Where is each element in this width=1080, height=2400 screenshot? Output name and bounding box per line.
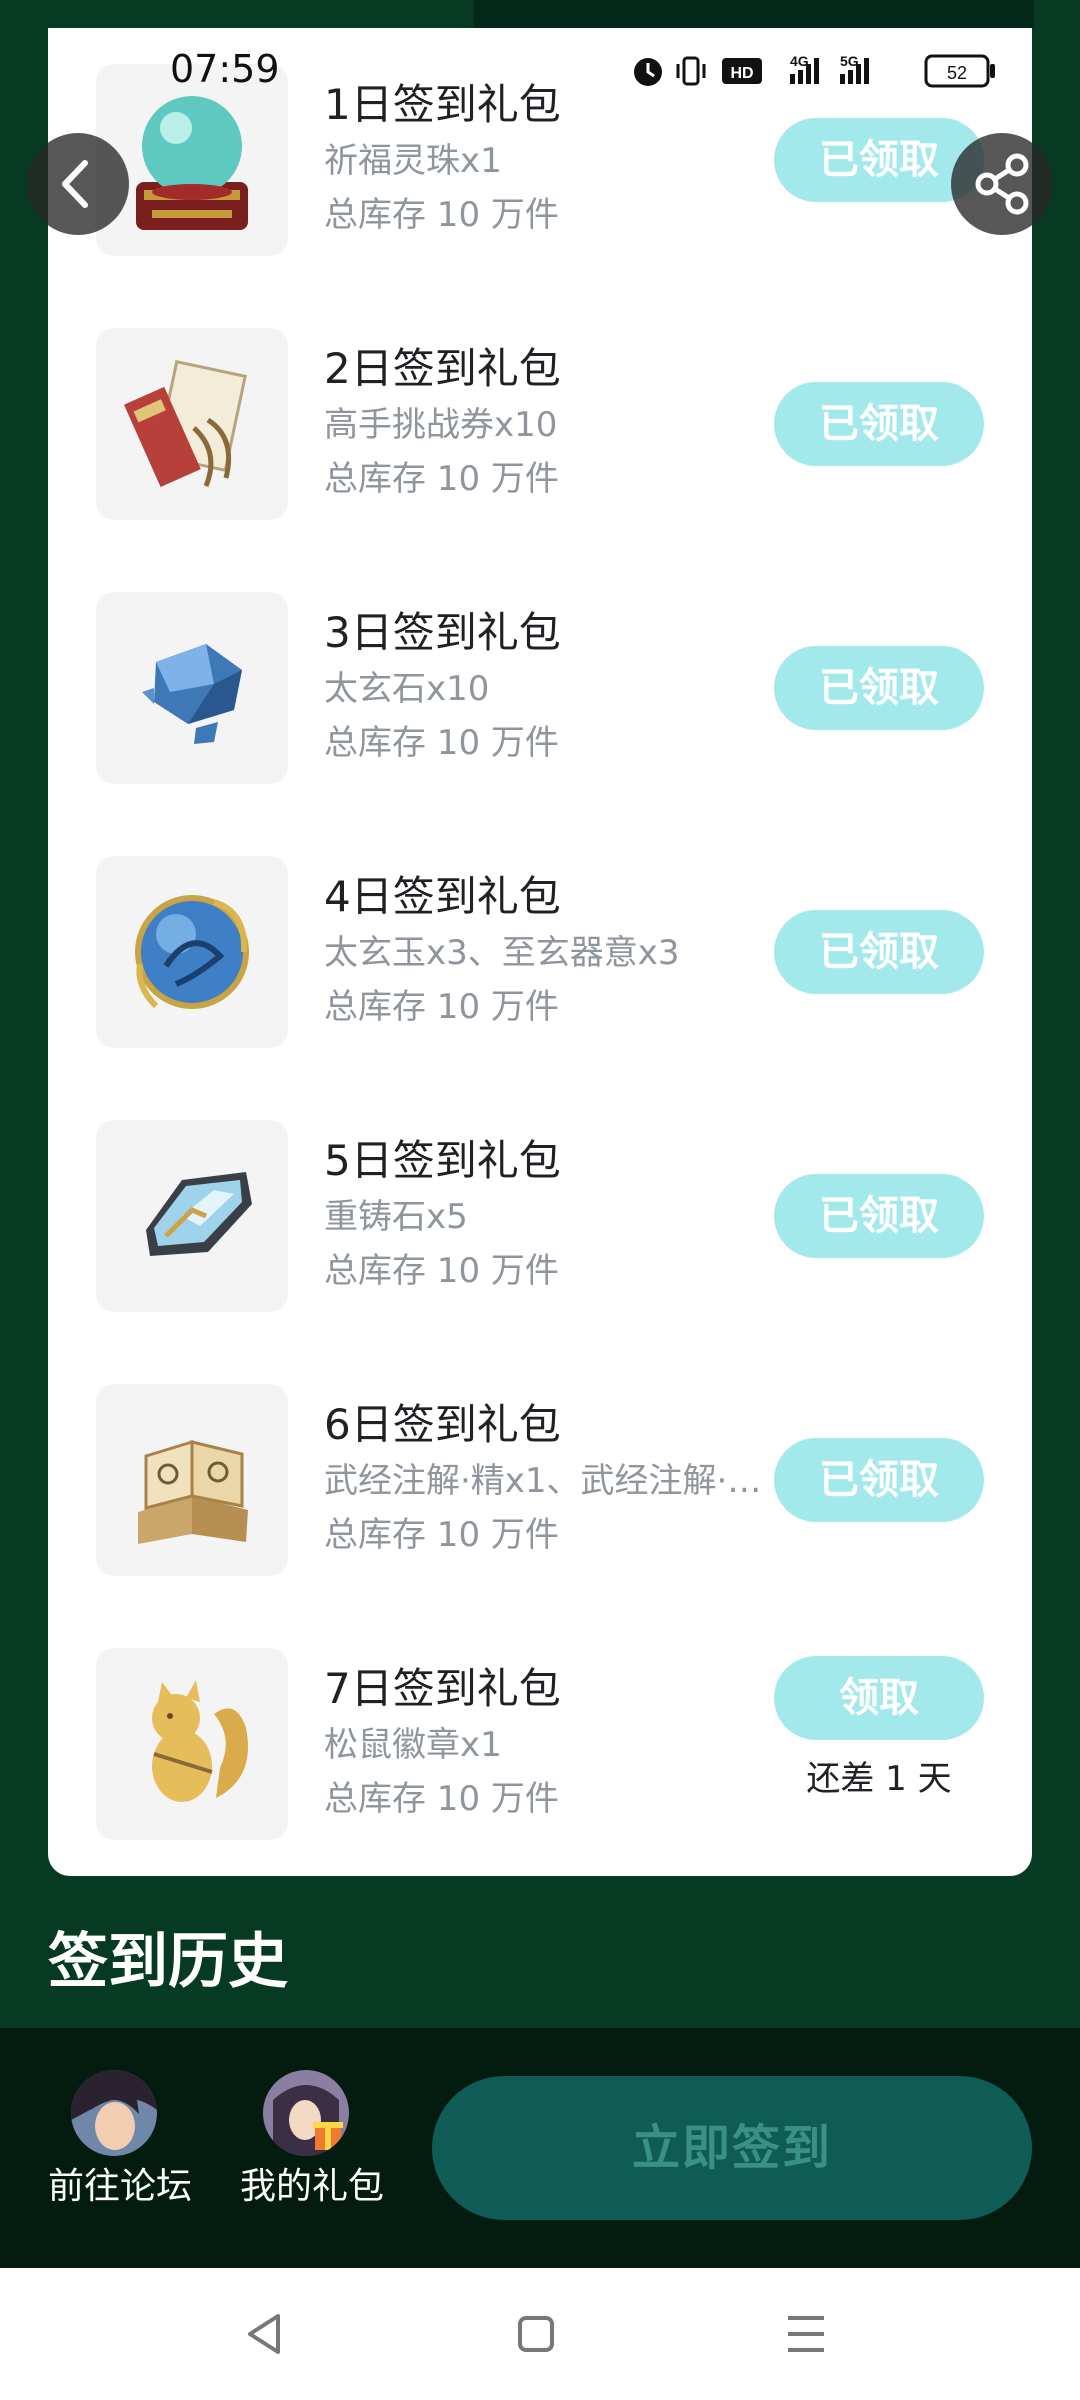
triangle-back-icon xyxy=(248,2314,280,2354)
gift-stock: 总库存 10 万件 xyxy=(324,1515,559,1555)
gift-stock: 总库存 10 万件 xyxy=(324,195,559,235)
svg-text:52: 52 xyxy=(947,63,967,83)
gift-description: 祈福灵珠x1 xyxy=(324,141,502,181)
signal-5g-icon: 5G xyxy=(840,53,869,84)
gift-row-day-6: 6日签到礼包 武经注解·精x1、武经注解·精x1 总库存 10 万件 已领取 xyxy=(48,1348,1032,1612)
gift-row-day-4: 4日签到礼包 太玄玉x3、至玄器意x3 总库存 10 万件 已领取 xyxy=(48,820,1032,1084)
forge-stone-icon xyxy=(96,1120,288,1312)
scripture-book-icon xyxy=(96,1384,288,1576)
checkin-history-title: 签到历史 xyxy=(48,1927,288,1997)
status-time: 07:59 xyxy=(170,47,280,91)
svg-text:4G: 4G xyxy=(790,53,809,69)
gift-row-day-7: 7日签到礼包 松鼠徽章x1 总库存 10 万件 领取 还差 1 天 xyxy=(48,1612,1032,1876)
gift-description: 太玄石x10 xyxy=(324,669,490,709)
gift-title: 6日签到礼包 xyxy=(324,1400,561,1449)
forum-avatar-icon xyxy=(71,2070,157,2156)
gift-row-day-2: 2日签到礼包 高手挑战券x10 总库存 10 万件 已领取 xyxy=(48,292,1032,556)
squirrel-badge-icon xyxy=(96,1648,288,1840)
gift-row-day-5: 5日签到礼包 重铸石x5 总库存 10 万件 已领取 xyxy=(48,1084,1032,1348)
gift-list-card: 1日签到礼包 祈福灵珠x1 总库存 10 万件 已领取 2日签到礼包 高手挑战券… xyxy=(48,28,1032,1876)
svg-text:HD: HD xyxy=(730,65,753,82)
gift-description: 高手挑战券x10 xyxy=(324,405,558,445)
gift-title: 7日签到礼包 xyxy=(324,1664,561,1713)
gift-stock: 总库存 10 万件 xyxy=(324,723,559,763)
claim-button[interactable]: 领取 xyxy=(774,1656,984,1740)
status-icons: HD 4G 5G 52 xyxy=(626,50,1006,90)
menu-lines-icon xyxy=(788,2316,824,2352)
challenge-ticket-icon xyxy=(96,328,288,520)
back-button[interactable] xyxy=(27,133,129,235)
gift-title: 4日签到礼包 xyxy=(324,872,561,921)
square-home-icon xyxy=(518,2316,554,2352)
alarm-icon xyxy=(634,58,662,86)
gift-description: 松鼠徽章x1 xyxy=(324,1725,502,1765)
days-remaining-hint: 还差 1 天 xyxy=(806,1759,952,1799)
my-gifts-avatar-icon xyxy=(263,2070,349,2156)
nav-menu-button[interactable] xyxy=(770,2298,842,2370)
system-navigation-bar xyxy=(0,2268,1080,2400)
claimed-button[interactable]: 已领取 xyxy=(774,910,984,994)
hd-icon: HD xyxy=(722,58,762,84)
gift-description: 太玄玉x3、至玄器意x3 xyxy=(324,933,680,973)
claimed-button[interactable]: 已领取 xyxy=(774,646,984,730)
gift-row-day-3: 3日签到礼包 太玄石x10 总库存 10 万件 已领取 xyxy=(48,556,1032,820)
share-icon xyxy=(975,153,1029,215)
gift-stock: 总库存 10 万件 xyxy=(324,1779,559,1819)
claimed-button[interactable]: 已领取 xyxy=(774,382,984,466)
gift-stock: 总库存 10 万件 xyxy=(324,1251,559,1291)
nav-back-button[interactable] xyxy=(228,2298,300,2370)
my-gifts-label: 我的礼包 xyxy=(239,2166,384,2207)
share-button[interactable] xyxy=(951,133,1053,235)
vibrate-icon xyxy=(676,56,706,86)
signal-4g-icon: 4G xyxy=(790,53,819,84)
blue-stone-icon xyxy=(96,592,288,784)
nav-home-button[interactable] xyxy=(500,2298,572,2370)
checkin-now-button[interactable]: 立即签到 xyxy=(432,2076,1032,2220)
gift-title: 5日签到礼包 xyxy=(324,1136,561,1185)
chevron-left-icon xyxy=(62,160,88,208)
gift-stock: 总库存 10 万件 xyxy=(324,987,559,1027)
claimed-button[interactable]: 已领取 xyxy=(774,1174,984,1258)
jade-orb-icon xyxy=(96,856,288,1048)
my-gifts-link[interactable]: 我的礼包 xyxy=(232,2070,392,2210)
svg-text:5G: 5G xyxy=(840,53,859,69)
bottom-action-bar: 前往论坛 我的礼包 立即签到 xyxy=(0,2028,1080,2268)
forum-label: 前往论坛 xyxy=(47,2166,192,2207)
claimed-button[interactable]: 已领取 xyxy=(774,1438,984,1522)
status-bar: 07:59 HD 4G 5G 52 xyxy=(0,0,1080,120)
forum-link[interactable]: 前往论坛 xyxy=(40,2070,200,2210)
gift-stock: 总库存 10 万件 xyxy=(324,459,559,499)
gift-title: 3日签到礼包 xyxy=(324,608,561,657)
battery-icon: 52 xyxy=(924,54,995,88)
gift-title: 2日签到礼包 xyxy=(324,344,561,393)
gift-description: 武经注解·精x1、武经注解·精x1 xyxy=(324,1461,774,1501)
gift-description: 重铸石x5 xyxy=(324,1197,468,1237)
